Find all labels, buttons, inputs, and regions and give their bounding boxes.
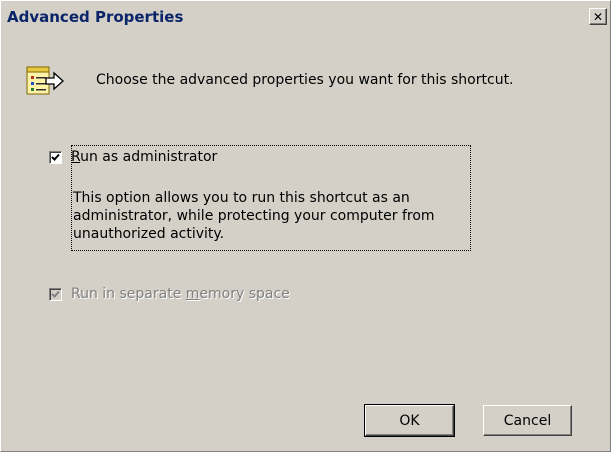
ok-button[interactable]: OK — [364, 404, 455, 437]
checkmark-icon — [51, 153, 60, 161]
close-button[interactable]: ✕ — [589, 8, 607, 25]
dialog-title: Advanced Properties — [7, 8, 184, 26]
checkmark-disabled-icon — [51, 290, 60, 298]
mnemonic-m: m — [185, 286, 200, 302]
properties-arrow-icon-graphic — [26, 66, 64, 95]
advanced-properties-dialog: Advanced Properties ✕ Choose the advance… — [0, 0, 611, 452]
properties-arrow-icon — [26, 65, 64, 97]
title-bar[interactable]: Advanced Properties ✕ — [1, 1, 610, 35]
separate-memory-checkbox — [49, 287, 62, 301]
label-rest: un as administrator — [80, 149, 218, 165]
run-as-administrator-label[interactable]: Run as administrator — [71, 149, 217, 165]
ok-button-label: OK — [399, 412, 420, 429]
cancel-button-label: Cancel — [503, 412, 552, 429]
header-instruction-text: Choose the advanced properties you want … — [96, 72, 514, 88]
cancel-button[interactable]: Cancel — [483, 405, 572, 436]
label-before: Run in separate — [71, 286, 186, 302]
run-as-administrator-description: This option allows you to run this short… — [73, 190, 435, 242]
separate-memory-option: Run in separate memory space — [49, 286, 290, 302]
label-after: emory space — [199, 286, 290, 302]
run-as-administrator-option[interactable]: Run as administrator — [49, 149, 217, 165]
run-as-administrator-checkbox[interactable] — [49, 150, 62, 164]
separate-memory-label: Run in separate memory space — [71, 286, 290, 302]
mnemonic-r: R — [71, 149, 81, 165]
close-icon: ✕ — [592, 9, 604, 24]
